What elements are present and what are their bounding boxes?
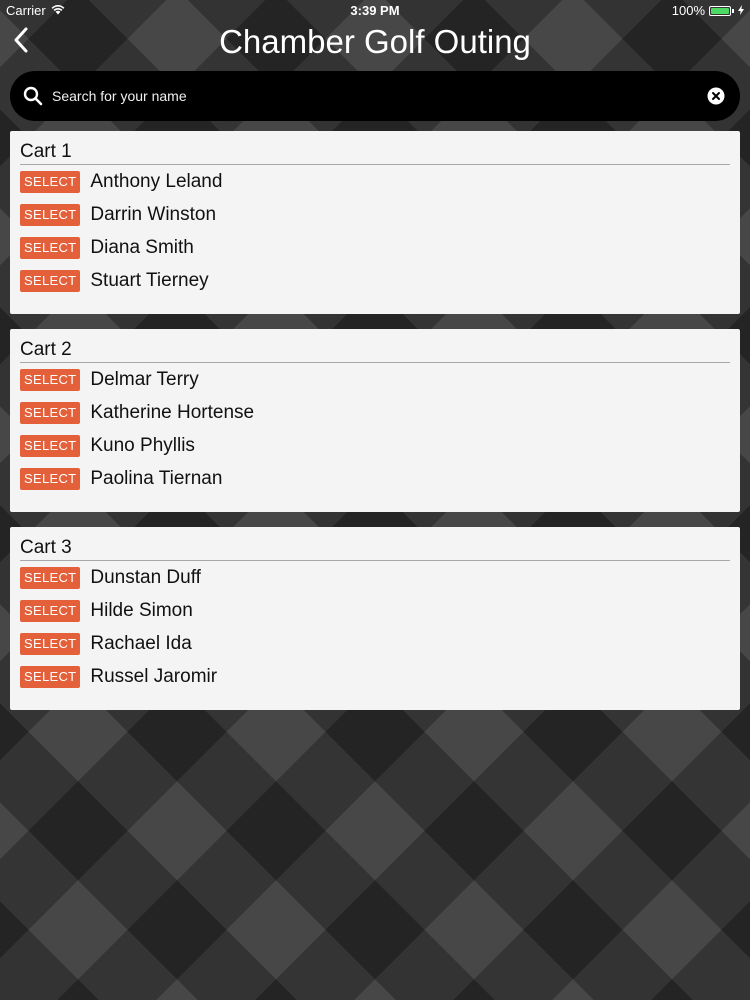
cart-title: Cart 3 — [20, 537, 730, 561]
cart-title: Cart 1 — [20, 141, 730, 165]
battery-icon — [709, 5, 731, 16]
search-bar — [10, 71, 740, 121]
player-name: Darrin Winston — [90, 203, 217, 225]
select-button[interactable]: SELECT — [20, 203, 81, 226]
player-name: Katherine Hortense — [90, 401, 255, 423]
player-row: SELECT Russel Jaromir — [20, 660, 730, 693]
cart-card-2: Cart 2 SELECT Delmar Terry SELECT Kather… — [10, 329, 740, 512]
battery-fill — [711, 7, 729, 14]
clear-icon[interactable] — [706, 86, 726, 106]
battery-percent: 100% — [671, 3, 705, 18]
page-title: Chamber Golf Outing — [219, 23, 531, 60]
player-row: SELECT Rachael Ida — [20, 627, 730, 660]
select-button[interactable]: SELECT — [20, 401, 81, 424]
player-name: Hilde Simon — [90, 599, 193, 621]
player-name: Stuart Tierney — [90, 269, 209, 291]
nav-bar: Chamber Golf Outing — [0, 22, 750, 66]
player-row: SELECT Anthony Leland — [20, 165, 730, 198]
player-row: SELECT Katherine Hortense — [20, 396, 730, 429]
player-row: SELECT Dunstan Duff — [20, 561, 730, 594]
player-row: SELECT Paolina Tiernan — [20, 462, 730, 495]
status-right: 100% — [672, 3, 744, 18]
status-time: 3:39 PM — [350, 3, 400, 18]
select-button[interactable]: SELECT — [20, 434, 81, 457]
player-name: Delmar Terry — [90, 368, 199, 390]
player-name: Russel Jaromir — [90, 665, 218, 687]
battery-tip — [732, 8, 734, 13]
player-row: SELECT Hilde Simon — [20, 594, 730, 627]
select-button[interactable]: SELECT — [20, 665, 81, 688]
status-bar: Carrier 3:39 PM 100% — [0, 0, 750, 22]
select-button[interactable]: SELECT — [20, 170, 81, 193]
select-button[interactable]: SELECT — [20, 236, 81, 259]
player-name: Dunstan Duff — [90, 566, 201, 588]
select-button[interactable]: SELECT — [20, 368, 81, 391]
player-row: SELECT Stuart Tierney — [20, 264, 730, 297]
cart-card-1: Cart 1 SELECT Anthony Leland SELECT Darr… — [10, 131, 740, 314]
select-button[interactable]: SELECT — [20, 599, 81, 622]
select-button[interactable]: SELECT — [20, 632, 81, 655]
player-name: Rachael Ida — [90, 632, 192, 654]
player-row: SELECT Darrin Winston — [20, 198, 730, 231]
player-row: SELECT Kuno Phyllis — [20, 429, 730, 462]
player-row: SELECT Delmar Terry — [20, 363, 730, 396]
select-button[interactable]: SELECT — [20, 566, 81, 589]
charging-icon — [738, 3, 744, 18]
player-name: Kuno Phyllis — [90, 434, 195, 456]
player-name: Paolina Tiernan — [90, 467, 223, 489]
select-button[interactable]: SELECT — [20, 269, 81, 292]
player-name: Diana Smith — [90, 236, 194, 258]
cart-card-3: Cart 3 SELECT Dunstan Duff SELECT Hilde … — [10, 527, 740, 710]
search-input[interactable] — [44, 87, 706, 105]
cart-title: Cart 2 — [20, 339, 730, 363]
search-icon — [22, 85, 44, 107]
player-row: SELECT Diana Smith — [20, 231, 730, 264]
select-button[interactable]: SELECT — [20, 467, 81, 490]
player-name: Anthony Leland — [90, 170, 223, 192]
